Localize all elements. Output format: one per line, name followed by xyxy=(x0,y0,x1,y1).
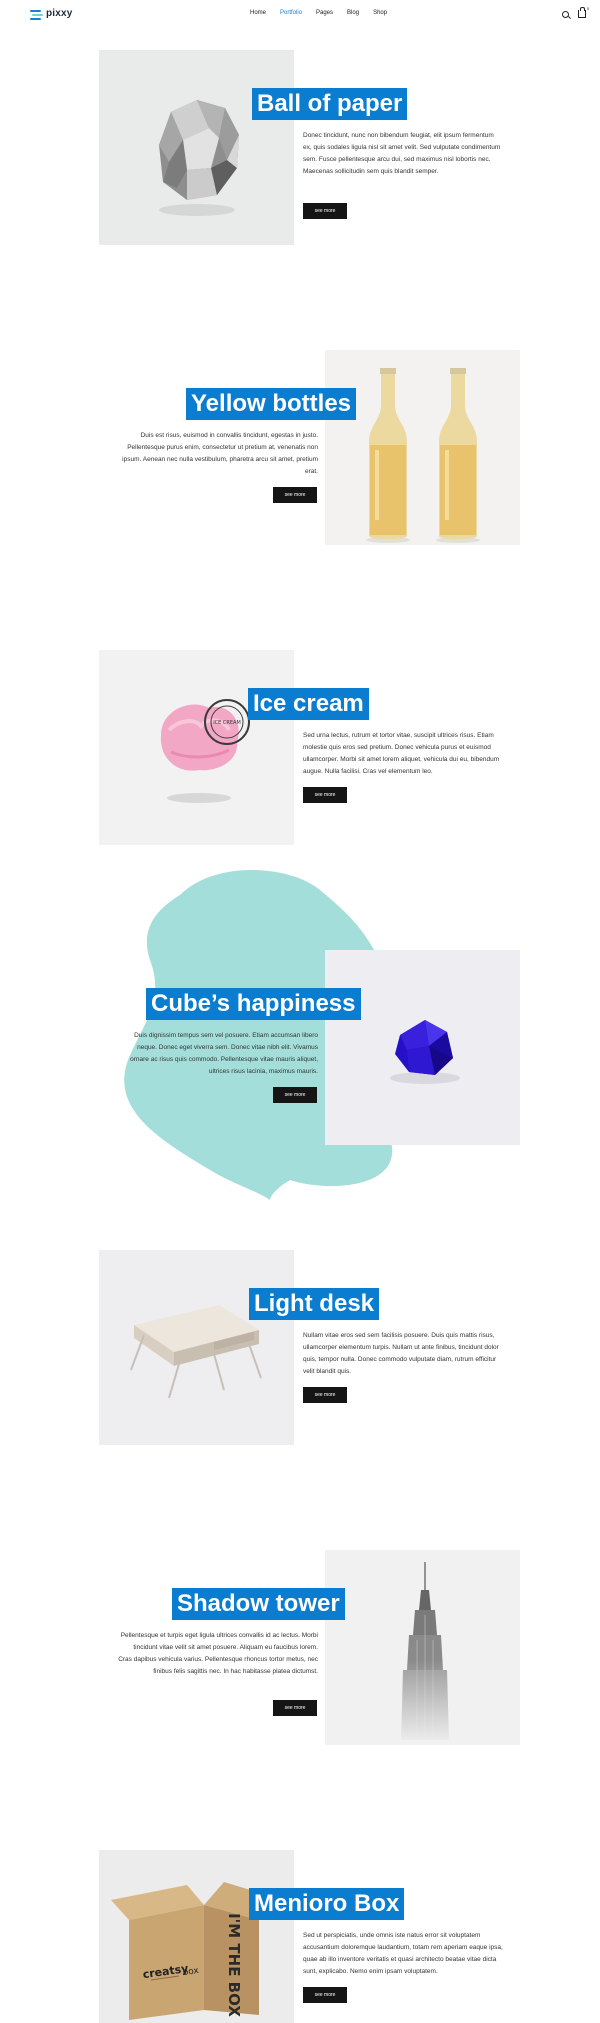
paper-ball-illustration xyxy=(159,100,239,216)
skyscraper-illustration xyxy=(385,1562,465,1745)
see-more-button[interactable]: see more xyxy=(273,1700,317,1716)
search-icon[interactable] xyxy=(562,11,569,18)
item-image[interactable] xyxy=(99,50,294,245)
item-title: Menioro Box xyxy=(249,1888,405,1920)
see-more-button[interactable]: see more xyxy=(303,203,347,219)
ice-cream-illustration: ICE CREAM xyxy=(160,699,250,803)
portfolio-item-ball-of-paper: Ball of paper Donec tincidunt, nunc non … xyxy=(0,50,600,250)
cart-count: 0 xyxy=(587,6,590,11)
portfolio-item-cubes-happiness: Cube’s happiness Duis dignissim tempus s… xyxy=(0,950,600,1150)
item-description: Nullam vitae eros sed sem facilisis posu… xyxy=(303,1332,499,1375)
item-image[interactable]: ICE CREAM xyxy=(99,650,294,845)
item-description: Sed ut perspiciatis, unde omnis iste nat… xyxy=(303,1932,503,1975)
item-description: Pellentesque et turpis eget ligula ultri… xyxy=(118,1632,318,1675)
nav-item-portfolio[interactable]: Portfolio xyxy=(280,10,302,16)
item-title: Ball of paper xyxy=(252,88,408,120)
see-more-button[interactable]: see more xyxy=(273,487,317,503)
portfolio-item-light-desk: Light desk Nullam vitae eros sed sem fac… xyxy=(0,1250,600,1450)
item-title: Yellow bottles xyxy=(186,388,357,420)
brand-name: pixxy xyxy=(46,8,73,19)
item-description: Sed urna lectus, rutrum et tortor vitae,… xyxy=(303,732,500,775)
site-header: pixxy Home Portfolio Pages Blog Shop 0 xyxy=(0,0,600,30)
item-description: Duis dignissim tempus sem vel posuere. E… xyxy=(130,1032,318,1075)
item-title: Light desk xyxy=(249,1288,380,1320)
item-title: Ice cream xyxy=(248,688,369,720)
portfolio-item-menioro-box: creatsy box I'M THE BOX Menioro Box Sed … xyxy=(0,1850,600,2023)
nav-item-blog[interactable]: Blog xyxy=(347,10,359,16)
item-description: Donec tincidunt, nunc non bibendum feugi… xyxy=(303,132,501,175)
box-side-text: I'M THE BOX xyxy=(225,1913,243,2017)
bottles-illustration xyxy=(366,368,480,543)
see-more-button[interactable]: see more xyxy=(273,1087,317,1103)
item-title: Cube’s happiness xyxy=(146,988,361,1020)
portfolio-item-shadow-tower: Shadow tower Pellentesque et turpis eget… xyxy=(0,1550,600,1750)
see-more-button[interactable]: see more xyxy=(303,787,347,803)
item-image[interactable] xyxy=(325,950,520,1145)
item-description: Duis est risus, euismod in convallis tin… xyxy=(122,432,318,475)
item-title: Shadow tower xyxy=(172,1588,345,1620)
nav-item-shop[interactable]: Shop xyxy=(373,10,387,16)
item-image[interactable] xyxy=(325,350,520,545)
portfolio-item-ice-cream: ICE CREAM Ice cream Sed urna lectus, rut… xyxy=(0,650,600,850)
item-image[interactable] xyxy=(99,1250,294,1445)
polyhedron-illustration xyxy=(390,1020,460,1084)
item-image[interactable] xyxy=(325,1550,520,1745)
cart-icon[interactable] xyxy=(578,7,586,18)
desk-illustration xyxy=(130,1305,262,1399)
see-more-button[interactable]: see more xyxy=(303,1987,347,2003)
main-nav: Home Portfolio Pages Blog Shop xyxy=(250,10,387,16)
nav-item-home[interactable]: Home xyxy=(250,10,266,16)
logo-icon xyxy=(30,9,43,20)
brand-logo[interactable]: pixxy xyxy=(30,8,73,20)
see-more-button[interactable]: see more xyxy=(303,1387,347,1403)
nav-item-pages[interactable]: Pages xyxy=(316,10,333,16)
item-image[interactable]: creatsy box I'M THE BOX xyxy=(99,1850,294,2023)
stamp-text: ICE CREAM xyxy=(213,720,241,726)
portfolio-item-yellow-bottles: Yellow bottles Duis est risus, euismod i… xyxy=(0,350,600,550)
cardboard-box-illustration: creatsy box I'M THE BOX xyxy=(111,1882,277,2020)
